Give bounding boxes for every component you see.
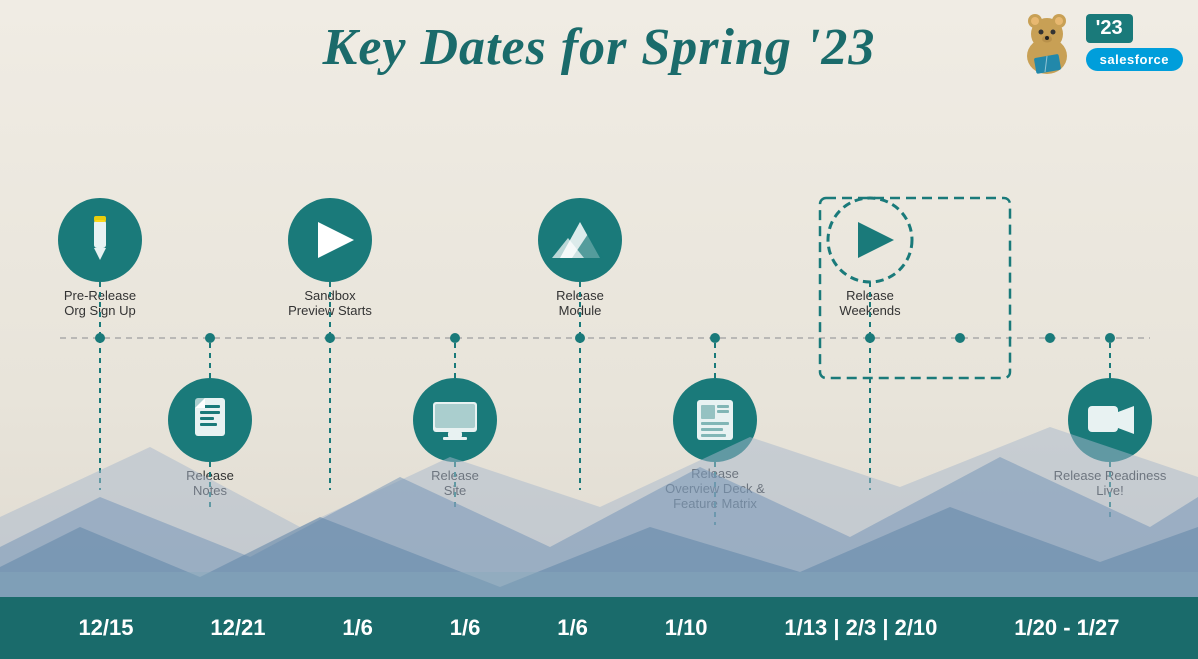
date-readiness: 1/20 - 1/27: [1014, 615, 1119, 641]
logo-area: '23 salesforce: [1015, 10, 1183, 75]
date-16-2: 1/6: [450, 615, 481, 641]
bear-mascot-icon: [1015, 10, 1080, 75]
date-16-1: 1/6: [342, 615, 373, 641]
date-weekends: 1/13 | 2/3 | 2/10: [784, 615, 937, 641]
salesforce-badge: salesforce: [1086, 48, 1183, 71]
date-1221: 12/21: [210, 615, 265, 641]
dates-bar: 12/15 12/21 1/6 1/6 1/6 1/10 1/13 | 2/3 …: [0, 597, 1198, 659]
page-wrapper: Key Dates for Spring '23: [0, 0, 1198, 659]
date-110: 1/10: [665, 615, 708, 641]
mountains-background: [0, 397, 1198, 597]
spring23-badge: '23: [1086, 14, 1133, 43]
date-1215: 12/15: [78, 615, 133, 641]
date-16-3: 1/6: [557, 615, 588, 641]
